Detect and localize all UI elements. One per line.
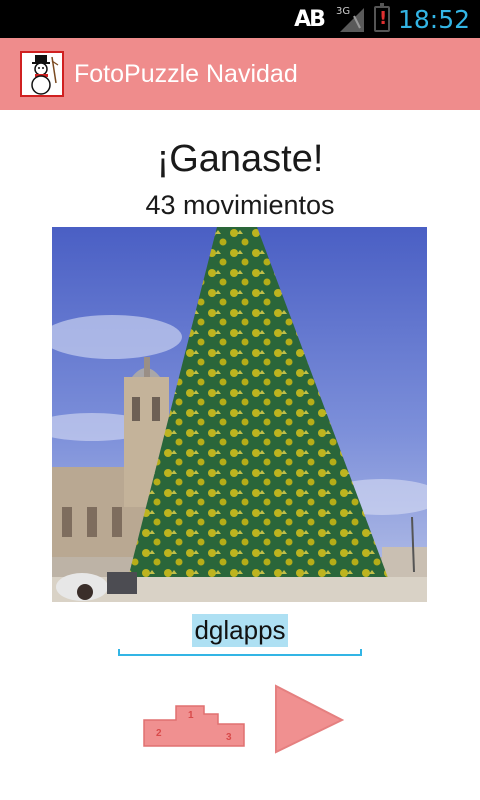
christmas-tree-photo [52,227,427,602]
snowman-icon[interactable] [20,51,64,97]
name-input[interactable]: dglapps [118,608,362,656]
play-icon[interactable] [272,684,345,754]
name-input-value[interactable]: dglapps [192,614,288,647]
svg-text:1: 1 [188,710,194,721]
moves-count: 43 movimientos [145,190,335,220]
battery-icon: ! [373,3,390,32]
clock: 18:52 [397,4,470,34]
signal-icon: 3G [336,6,366,32]
play-button[interactable] [272,684,345,754]
action-bar: FotoPuzzle Navidad [0,38,480,110]
app-title: FotoPuzzle Navidad [74,59,298,88]
svg-text:3: 3 [226,732,232,743]
status-bar: AB 3G ! 18:52 [0,0,480,38]
battery-warning: ! [378,8,388,29]
notification-icon: AB [294,6,326,32]
win-title: ¡Ganaste! [156,138,324,180]
svg-text:2: 2 [156,728,162,739]
podium-button[interactable]: 1 2 3 [140,698,250,750]
network-type-label: 3G [335,6,351,17]
podium-icon[interactable]: 1 2 3 [140,698,250,750]
